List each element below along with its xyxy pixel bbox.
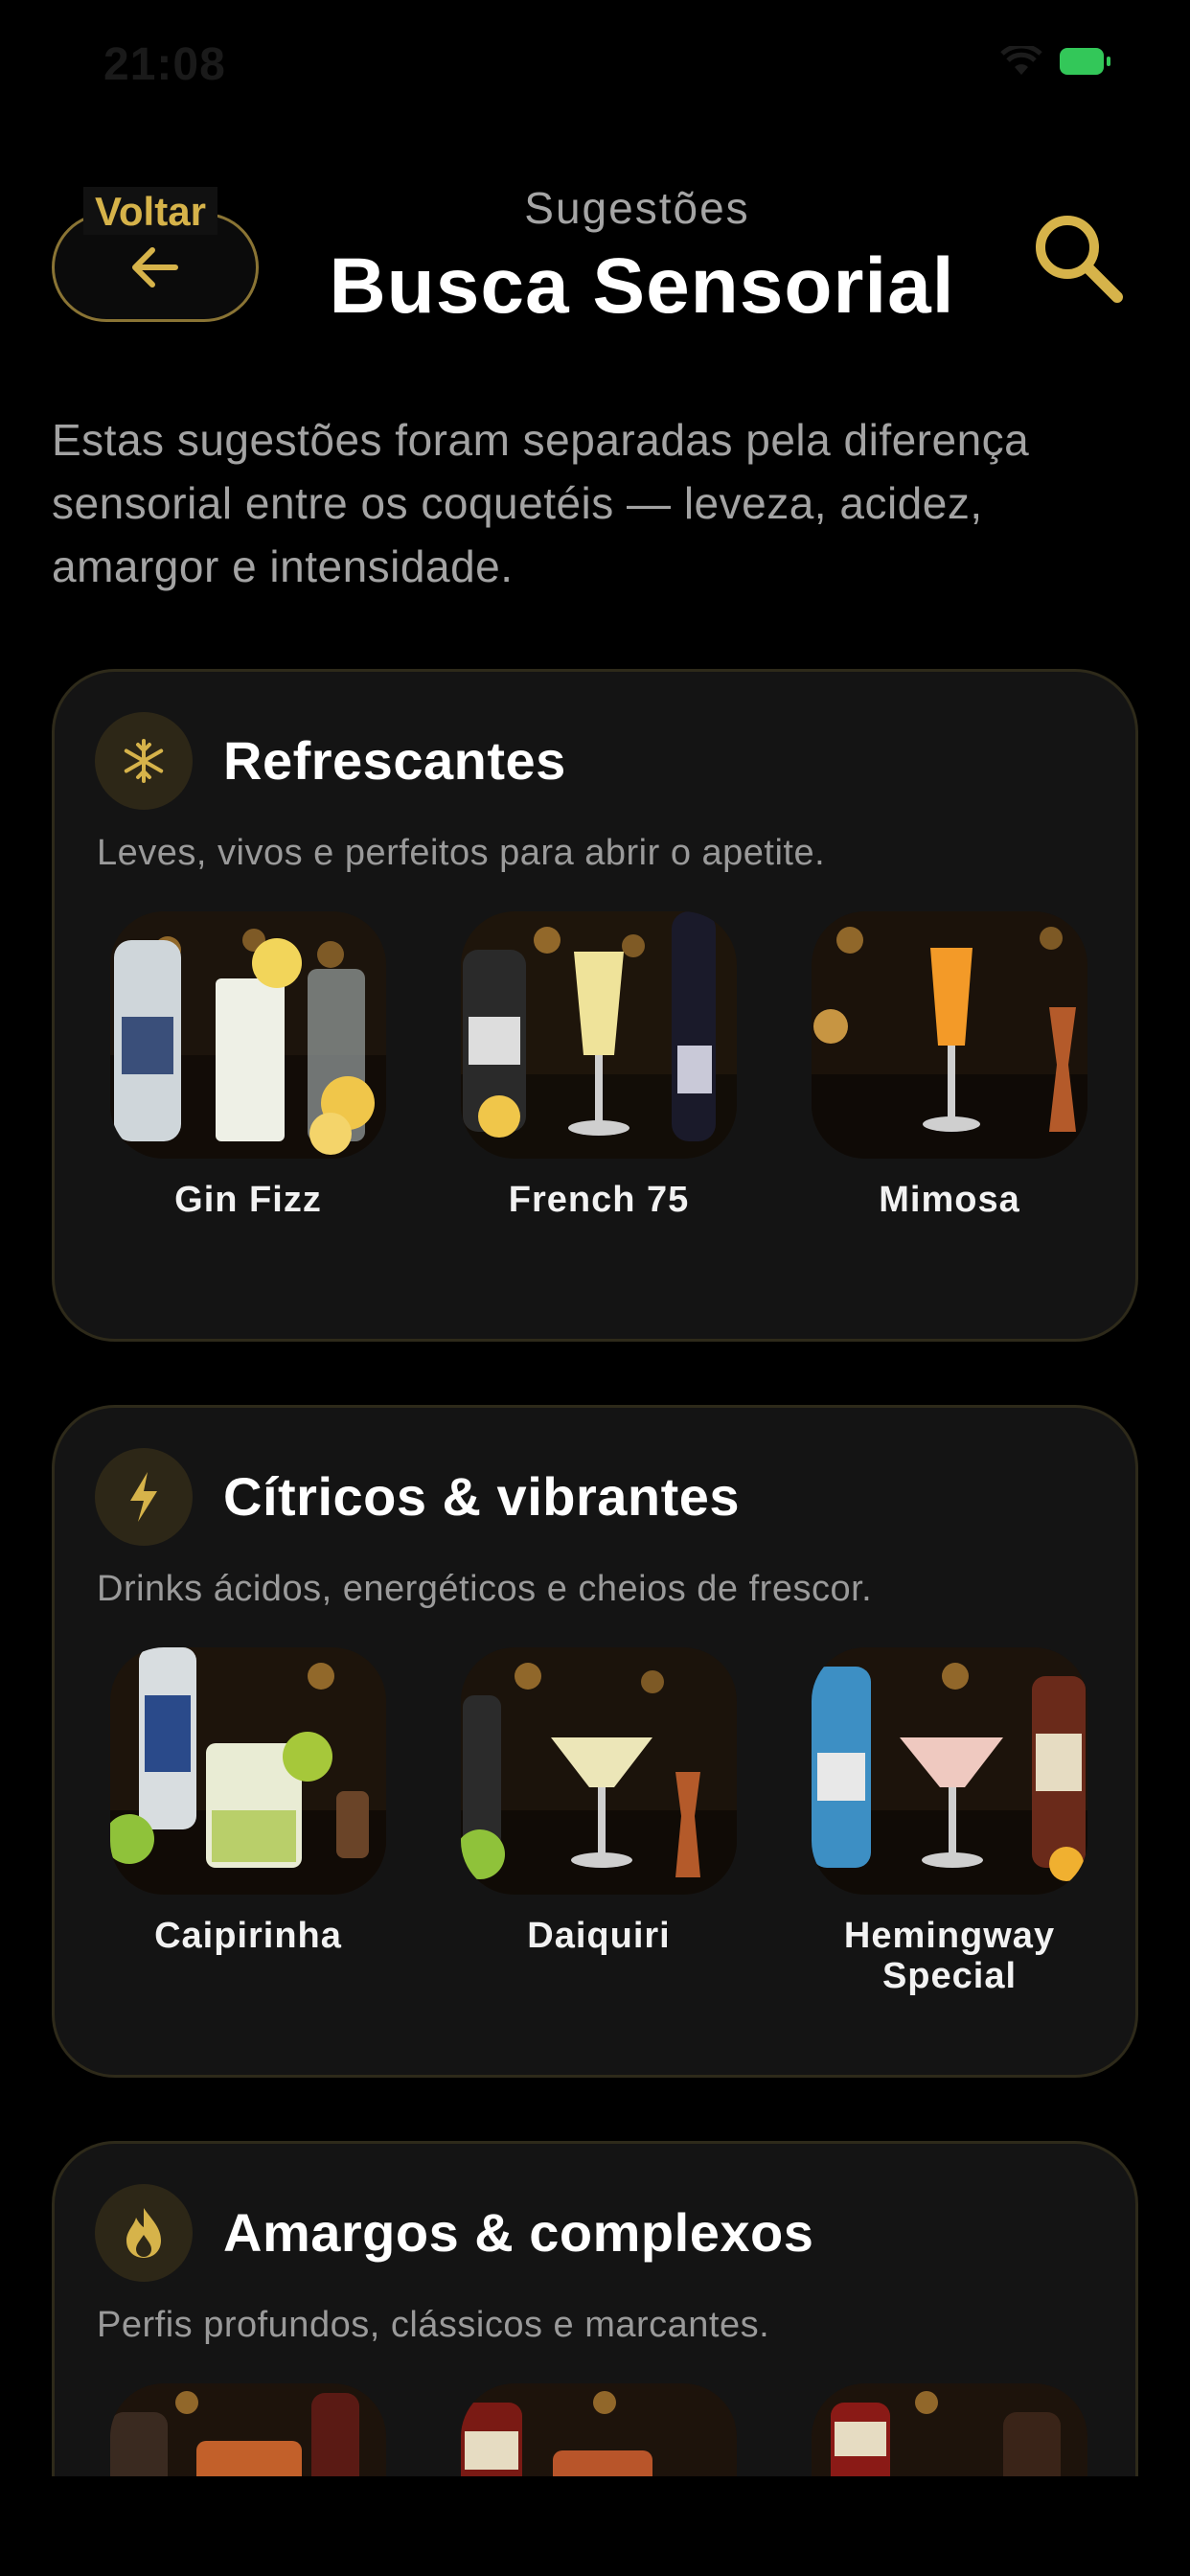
drink-card-daiquiri[interactable]: Daiquiri <box>461 1647 737 1996</box>
lightning-icon <box>95 1448 193 1546</box>
drink-name: Daiquiri <box>527 1916 671 1956</box>
drink-list: Gin Fizz French 75 Mimosa <box>110 911 1087 1220</box>
bottom-edge <box>0 2476 1190 2576</box>
flame-icon <box>95 2184 193 2282</box>
drink-card-caipirinha[interactable]: Caipirinha <box>110 1647 386 1996</box>
back-button[interactable]: Voltar <box>52 187 259 322</box>
back-label: Voltar <box>83 187 217 235</box>
drink-photo <box>110 1647 386 1895</box>
drink-name: Caipirinha <box>154 1916 342 1956</box>
drink-card-gin-fizz[interactable]: Gin Fizz <box>110 911 386 1220</box>
drink-photo <box>812 1647 1087 1895</box>
drink-photo <box>461 1647 737 1895</box>
drink-photo <box>812 911 1087 1159</box>
arrow-left-icon <box>127 244 181 295</box>
header-eyebrow: Sugestões <box>524 183 750 233</box>
drink-card-mimosa[interactable]: Mimosa <box>812 911 1087 1220</box>
search-icon <box>1025 216 1131 314</box>
drink-list: Caipirinha Daiquiri Hemingway Special <box>110 1647 1087 1996</box>
section-subtitle: Leves, vivos e perfeitos para abrir o ap… <box>97 833 826 873</box>
status-icons <box>1000 46 1110 77</box>
snowflake-icon <box>95 712 193 810</box>
drink-card-french-75[interactable]: French 75 <box>461 911 737 1220</box>
page-title: Busca Sensorial <box>329 242 955 330</box>
status-bar: 21:08 <box>0 0 1190 134</box>
status-time: 21:08 <box>103 39 226 90</box>
section-card-citricos: Cítricos & vibrantes Drinks ácidos, ener… <box>52 1405 1138 2078</box>
wifi-icon <box>1000 46 1042 77</box>
drink-name: Gin Fizz <box>174 1180 322 1220</box>
section-subtitle: Drinks ácidos, energéticos e cheios de f… <box>97 1569 873 1609</box>
intro-text: Estas sugestões foram separadas pela dif… <box>52 415 1030 591</box>
drink-photo <box>110 911 386 1159</box>
section-card-refrescantes: Refrescantes Leves, vivos e perfeitos pa… <box>52 669 1138 1342</box>
search-button[interactable] <box>1025 205 1131 310</box>
drink-name: Mimosa <box>879 1180 1020 1220</box>
section-title: Refrescantes <box>223 730 566 791</box>
drink-name: French 75 <box>508 1180 690 1220</box>
section-subtitle: Perfis profundos, clássicos e marcantes. <box>97 2305 770 2345</box>
battery-icon <box>1060 48 1110 75</box>
drink-name: Hemingway Special <box>843 1916 1056 1996</box>
drink-card-hemingway-special[interactable]: Hemingway Special <box>812 1647 1087 1996</box>
section-title: Amargos & complexos <box>223 2202 814 2263</box>
drink-photo <box>461 911 737 1159</box>
section-title: Cítricos & vibrantes <box>223 1466 741 1527</box>
